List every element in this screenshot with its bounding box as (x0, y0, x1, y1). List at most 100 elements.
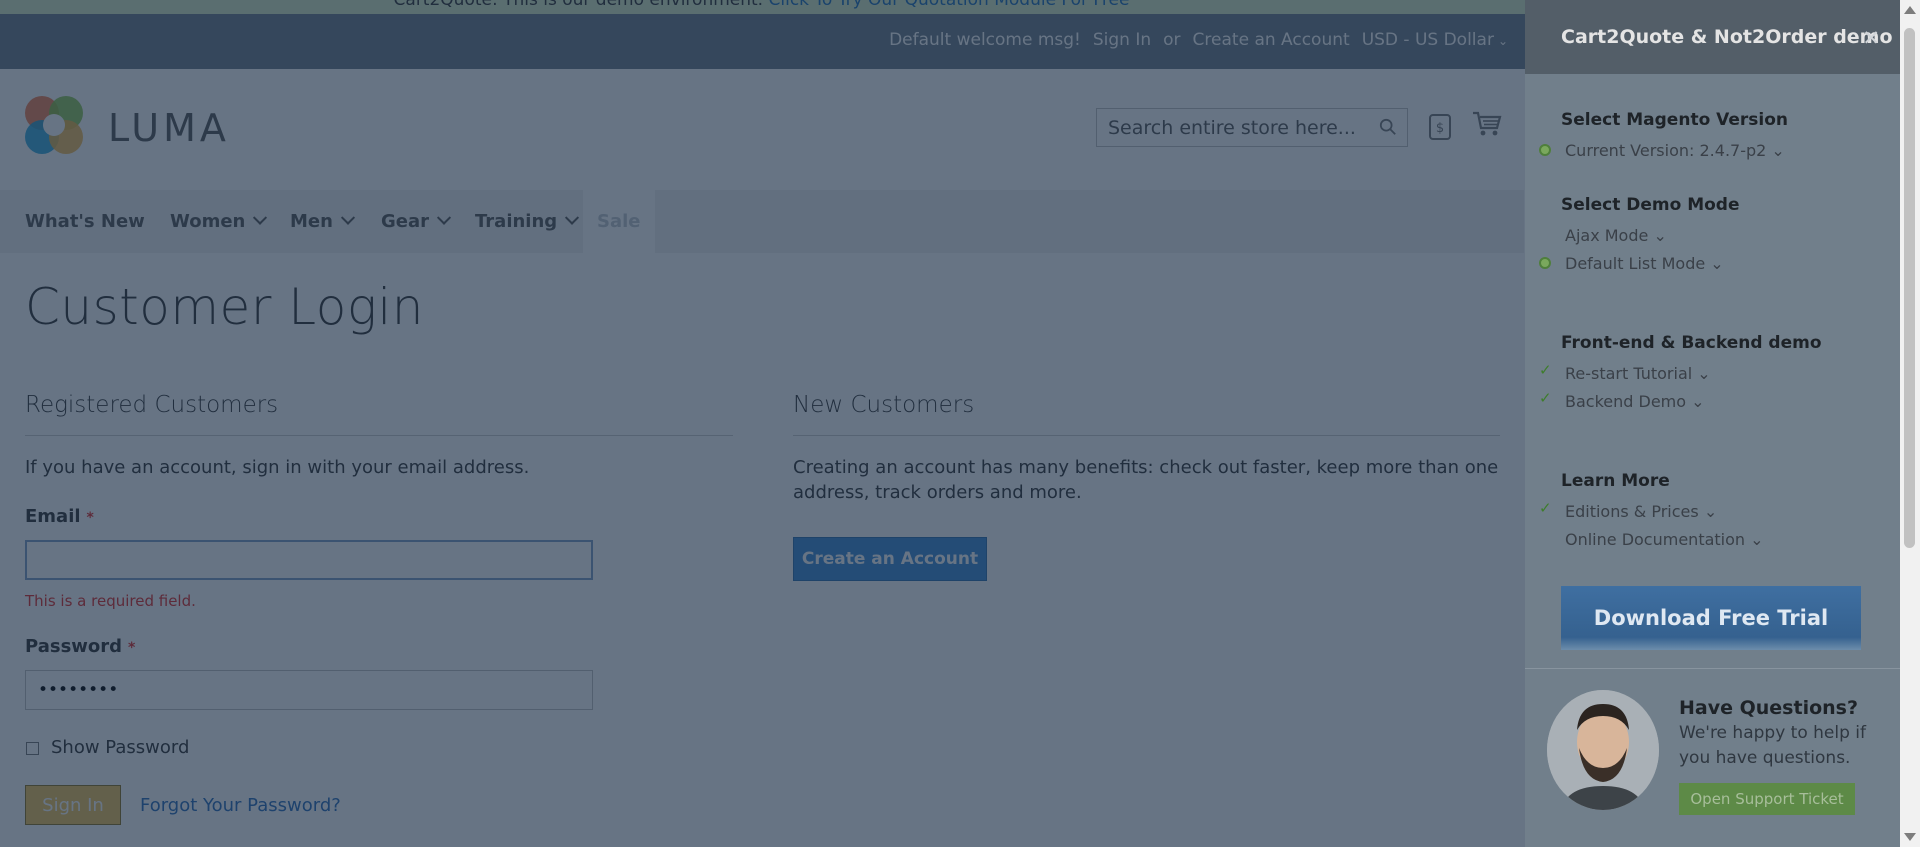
restart-tutorial-option[interactable]: Re-start Tutorial ⌄ (1565, 364, 1711, 383)
side-panel-header: Cart2Quote & Not2Order demo ✕ (1525, 0, 1900, 74)
email-label-text: Email (25, 506, 81, 527)
required-mark: * (86, 510, 94, 526)
divider (793, 435, 1500, 436)
password-field[interactable] (25, 670, 593, 710)
ajax-mode-option[interactable]: Ajax Mode ⌄ (1565, 226, 1667, 245)
registered-intro: If you have an account, sign in with you… (25, 457, 530, 478)
list-mode-option[interactable]: Default List Mode ⌄ (1565, 254, 1724, 273)
download-trial-button[interactable]: Download Free Trial (1561, 586, 1861, 650)
chevron-down-icon: ⌄ (1703, 502, 1718, 521)
list-mode-label: Default List Mode (1565, 254, 1706, 273)
svg-text:$: $ (1436, 121, 1444, 136)
password-label: Password * (25, 636, 135, 657)
forgot-password-link[interactable]: Forgot Your Password? (140, 795, 341, 816)
header-links: Default welcome msg! Sign In or Create a… (889, 30, 1508, 50)
nav-label: What's New (25, 211, 145, 232)
nav-item-sale[interactable]: Sale (583, 190, 655, 253)
scroll-thumb[interactable] (1904, 28, 1915, 548)
chevron-down-icon: ⌄ (1710, 254, 1724, 273)
documentation-option[interactable]: Online Documentation ⌄ (1565, 530, 1764, 549)
nav-item-women[interactable]: Women (170, 190, 268, 253)
email-error: This is a required field. (25, 592, 196, 610)
demo-side-panel: Cart2Quote & Not2Order demo ✕ Select Mag… (1525, 0, 1900, 847)
search-box[interactable] (1096, 108, 1408, 147)
search-icon[interactable] (1379, 118, 1397, 136)
questions-text: We're happy to help if you have question… (1679, 723, 1866, 768)
close-icon[interactable]: ✕ (1862, 26, 1880, 50)
new-customers-title: New Customers (793, 392, 975, 418)
version-option[interactable]: Current Version: 2.4.7-p2 ⌄ (1565, 141, 1785, 160)
nav-label: Training (475, 211, 558, 232)
logo-text: LUMA (108, 105, 230, 150)
nav-item-whats-new[interactable]: What's New (25, 190, 145, 253)
nav-item-gear[interactable]: Gear (381, 190, 452, 253)
sign-in-button[interactable]: Sign In (25, 785, 121, 825)
sign-in-link[interactable]: Sign In (1093, 30, 1151, 50)
backend-demo-option[interactable]: Backend Demo ⌄ (1565, 392, 1705, 411)
new-customers-text: Creating an account has many benefits: c… (793, 457, 1499, 503)
divider (1525, 668, 1900, 669)
editions-label: Editions & Prices (1565, 502, 1699, 521)
currency-label: USD - US Dollar (1361, 30, 1494, 50)
radio-selected-icon (1539, 257, 1551, 269)
nav-label: Gear (381, 211, 430, 232)
nav-item-men[interactable]: Men (290, 190, 356, 253)
check-icon: ✓ (1539, 389, 1552, 407)
chevron-down-icon: ⌄ (1750, 530, 1764, 549)
chevron-down-icon: ⌄ (1497, 34, 1508, 48)
nav-label: Sale (597, 211, 641, 232)
chevron-down-icon (340, 210, 356, 225)
demo-banner-text: Cart2Quote: This is our demo environment… (393, 0, 764, 10)
show-password-checkbox[interactable] (26, 742, 39, 755)
chevron-down-icon: ⌄ (1697, 364, 1711, 383)
registered-customers-title: Registered Customers (25, 392, 279, 418)
required-mark: * (128, 640, 136, 656)
store-logo[interactable]: LUMA (25, 96, 230, 159)
search-input[interactable] (1097, 109, 1367, 146)
divider (25, 435, 733, 436)
check-icon: ✓ (1539, 361, 1552, 379)
check-icon: ✓ (1539, 499, 1552, 517)
welcome-message: Default welcome msg! (889, 30, 1081, 50)
cart-icon[interactable] (1472, 110, 1502, 138)
nav-label: Men (290, 211, 333, 232)
email-field[interactable] (25, 540, 593, 580)
backend-demo-label: Backend Demo (1565, 392, 1687, 411)
editions-option[interactable]: Editions & Prices ⌄ (1565, 502, 1717, 521)
frontend-section-title: Front-end & Backend demo (1561, 333, 1822, 353)
show-password-label[interactable]: Show Password (51, 737, 189, 758)
scrollbar[interactable] (1900, 0, 1920, 847)
chevron-down-icon (565, 210, 580, 225)
scroll-down-icon[interactable] (1904, 833, 1916, 841)
demo-banner-link[interactable]: Click To Try Our Quotation Module For Fr… (769, 0, 1130, 10)
create-account-link[interactable]: Create an Account (1193, 30, 1350, 50)
restart-tutorial-label: Re-start Tutorial (1565, 364, 1693, 383)
person-icon (1547, 690, 1659, 810)
currency-switcher[interactable]: USD - US Dollar ⌄ (1362, 30, 1508, 50)
nav-item-training[interactable]: Training (475, 190, 580, 253)
main-navigation: What's New Women Men Gear Training Sale (0, 190, 1524, 253)
luma-logo-icon (25, 96, 88, 159)
version-section-title: Select Magento Version (1561, 110, 1789, 130)
email-label: Email * (25, 506, 94, 527)
side-panel-title: Cart2Quote & Not2Order demo (1561, 26, 1893, 48)
open-support-ticket-button[interactable]: Open Support Ticket (1679, 783, 1855, 815)
or-text: or (1163, 30, 1181, 50)
page-title: Customer Login (25, 278, 424, 336)
password-label-text: Password (25, 636, 123, 657)
chevron-down-icon: ⌄ (1771, 141, 1785, 160)
learn-section-title: Learn More (1561, 471, 1670, 491)
version-option-label: Current Version: 2.4.7-p2 (1565, 141, 1767, 160)
documentation-label: Online Documentation (1565, 530, 1746, 549)
chevron-down-icon (436, 210, 452, 225)
chevron-down-icon: ⌄ (1653, 226, 1667, 245)
scroll-up-icon[interactable] (1904, 6, 1916, 14)
nav-label: Women (170, 211, 246, 232)
questions-title: Have Questions? (1679, 697, 1858, 719)
ajax-mode-label: Ajax Mode (1565, 226, 1649, 245)
quote-icon[interactable]: $ (1428, 113, 1452, 141)
create-account-button[interactable]: Create an Account (793, 537, 987, 581)
chevron-down-icon (253, 210, 268, 225)
radio-selected-icon (1539, 144, 1551, 156)
support-avatar (1547, 690, 1659, 810)
